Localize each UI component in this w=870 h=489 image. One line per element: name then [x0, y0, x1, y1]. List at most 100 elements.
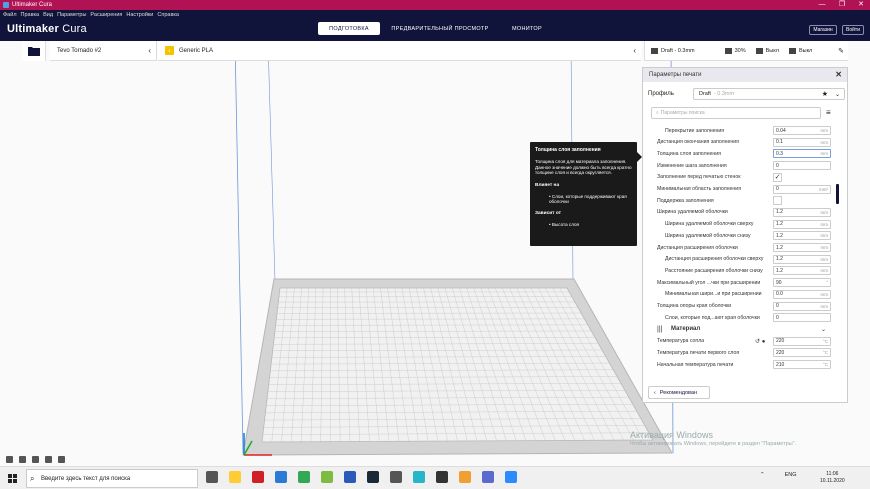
setting-value-input[interactable]: 0	[773, 161, 831, 171]
setting-label: Материал	[671, 326, 701, 333]
tab-monitor[interactable]: МОНИТОР	[500, 22, 554, 35]
material-selector[interactable]: 1 Generic PLA ‹	[158, 41, 641, 61]
setting-value-input[interactable]: 220 °C	[773, 348, 831, 358]
setting-value-input[interactable]: 220 °C	[773, 336, 831, 346]
left-view-icon[interactable]	[45, 456, 52, 463]
setting-value-input[interactable]: 0 mm	[773, 301, 831, 311]
front-view-icon[interactable]	[19, 456, 26, 463]
menu-settings[interactable]: Параметры	[57, 12, 86, 18]
taskbar-app-icon[interactable]	[413, 471, 425, 483]
settings-search-input[interactable]: ⌕ Параметры поиска	[651, 107, 821, 119]
setting-row: Температура печати первого слоя 220 °C	[643, 347, 833, 358]
tooltip-depends-heading: Зависит от	[535, 210, 562, 216]
taskbar-app-icon[interactable]	[252, 471, 264, 483]
setting-unit: °C	[822, 362, 828, 367]
tab-preview[interactable]: ПРЕДВАРИТЕЛЬНЫЙ ПРОСМОТР	[380, 22, 500, 35]
build-volume-edge	[234, 41, 244, 454]
setting-label: Дистанция расширения оболочки	[657, 244, 738, 251]
taskbar-apps	[206, 471, 528, 483]
menu-edit[interactable]: Правка	[21, 12, 40, 18]
close-window-button[interactable]: ✕	[853, 0, 869, 10]
setting-value-input[interactable]: 0.0 mm	[773, 289, 831, 299]
setting-label: Дистанция расширения оболочки сверху	[665, 256, 764, 263]
setting-value-input[interactable]: 1.2 mm	[773, 219, 831, 229]
setting-value-input[interactable]: 0 mm²	[773, 184, 831, 194]
setting-unit: mm	[820, 233, 829, 239]
menu-preferences[interactable]: Настройки	[126, 12, 153, 18]
taskbar-app-icon[interactable]	[321, 471, 333, 483]
reset-setting-icon[interactable]: ↺ ●	[755, 338, 765, 345]
tray-chevron-icon[interactable]: ⌃	[760, 472, 765, 478]
taskbar-clock[interactable]: 11:06 10.11.2020	[820, 471, 845, 485]
setting-value-input[interactable]: 0	[773, 313, 831, 323]
setting-row: Заполнение перед печатью стенок ✓	[643, 172, 833, 183]
setting-label: Минимальная шири...и при расширении	[665, 291, 762, 298]
setting-value-input[interactable]: 90 °	[773, 278, 831, 288]
taskbar-app-icon[interactable]	[482, 471, 494, 483]
3d-view-icon[interactable]	[6, 456, 13, 463]
maximize-button[interactable]: ❐	[834, 0, 850, 10]
menu-view[interactable]: Вид	[43, 12, 53, 18]
taskbar-app-icon[interactable]	[436, 471, 448, 483]
menu-extensions[interactable]: Расширения	[90, 12, 122, 18]
setting-value-input[interactable]: 0.04 mm	[773, 126, 831, 135]
minimize-button[interactable]: —	[814, 0, 830, 10]
taskbar-app-icon[interactable]	[275, 471, 287, 483]
settings-list[interactable]: Перекрытие заполнения 0.04 mm Дистанция око…	[643, 125, 847, 379]
language-indicator[interactable]: ENG	[785, 472, 797, 478]
setting-value-input[interactable]: 1.2 mm	[773, 254, 831, 264]
printer-selector[interactable]: Tevo Tornado #2 ‹	[50, 41, 157, 61]
setting-value: 1.2	[776, 267, 783, 274]
print-settings-summary[interactable]: Draft - 0.3mm 30% Выкл Выкл ✎	[644, 41, 848, 61]
settings-visibility-menu-icon[interactable]: ≡	[826, 109, 833, 117]
menu-file[interactable]: Файл	[3, 12, 17, 18]
settings-category-header[interactable]: Материал ||| ⌄	[643, 323, 833, 335]
setting-label: Температура сопла	[657, 338, 705, 345]
open-file-button[interactable]	[22, 41, 46, 61]
star-icon[interactable]: ★	[822, 90, 828, 98]
setting-value: 0.04	[776, 127, 786, 134]
close-icon[interactable]: ✕	[835, 70, 842, 79]
folder-icon	[27, 47, 40, 56]
setting-label: Ширина удаляемой оболочки снизу	[665, 232, 751, 239]
settings-scrollbar[interactable]	[836, 184, 839, 204]
tab-prepare[interactable]: ПОДГОТОВКА	[318, 22, 380, 35]
taskbar-app-icon[interactable]	[505, 471, 517, 483]
marketplace-button[interactable]: Магазин	[809, 25, 837, 35]
right-view-icon[interactable]	[58, 456, 65, 463]
edit-pencil-icon[interactable]: ✎	[838, 47, 844, 55]
setting-value-input[interactable]: 0.1 mm	[773, 137, 831, 147]
taskbar-app-icon[interactable]	[390, 471, 402, 483]
taskbar-app-icon[interactable]	[459, 471, 471, 483]
recommended-mode-button[interactable]: ‹ Рекомендован	[648, 386, 710, 399]
setting-value-input[interactable]: 1.2 mm	[773, 207, 831, 217]
system-tray: ⌃ ENG	[760, 472, 797, 478]
windows-taskbar: ⌕ Введите здесь текст для поиска ⌃ ENG 1…	[0, 466, 870, 489]
taskbar-search-input[interactable]: ⌕ Введите здесь текст для поиска	[26, 469, 198, 488]
menu-help[interactable]: Справка	[157, 12, 179, 18]
setting-value-input[interactable]: 1.2 mm	[773, 266, 831, 276]
setting-unit: mm	[820, 256, 829, 262]
setting-value-input[interactable]: 1.2 mm	[773, 243, 831, 252]
setting-label: Минимальная область заполнения	[657, 186, 742, 192]
setting-checkbox[interactable]	[773, 196, 782, 206]
taskbar-app-icon[interactable]	[344, 471, 356, 483]
taskbar-app-icon[interactable]	[229, 471, 241, 483]
profile-row: Профиль Draft - 0.3mm ★ ⌄	[648, 88, 845, 100]
setting-label: Максимальный угол ...чки при расширении	[657, 279, 761, 286]
setting-value: 0	[776, 186, 779, 192]
taskbar-app-icon[interactable]	[367, 471, 379, 483]
setting-value-input[interactable]: 210 °C	[773, 360, 831, 369]
profile-dropdown[interactable]: Draft - 0.3mm ★ ⌄	[693, 88, 845, 100]
setting-checkbox[interactable]: ✓	[773, 172, 782, 182]
setting-value-input[interactable]: 0.3 mm	[773, 149, 831, 159]
setting-value: 0	[776, 162, 779, 169]
infill-summary: 30%	[724, 47, 746, 54]
setting-value-input[interactable]: 1.2 mm	[773, 231, 831, 241]
taskbar-app-icon[interactable]	[298, 471, 310, 483]
taskbar-app-icon[interactable]	[206, 471, 218, 483]
setting-value: 0.0	[776, 291, 783, 298]
windows-start-icon[interactable]	[8, 474, 17, 483]
top-view-icon[interactable]	[32, 456, 39, 463]
sign-in-button[interactable]: Войти	[842, 25, 864, 35]
